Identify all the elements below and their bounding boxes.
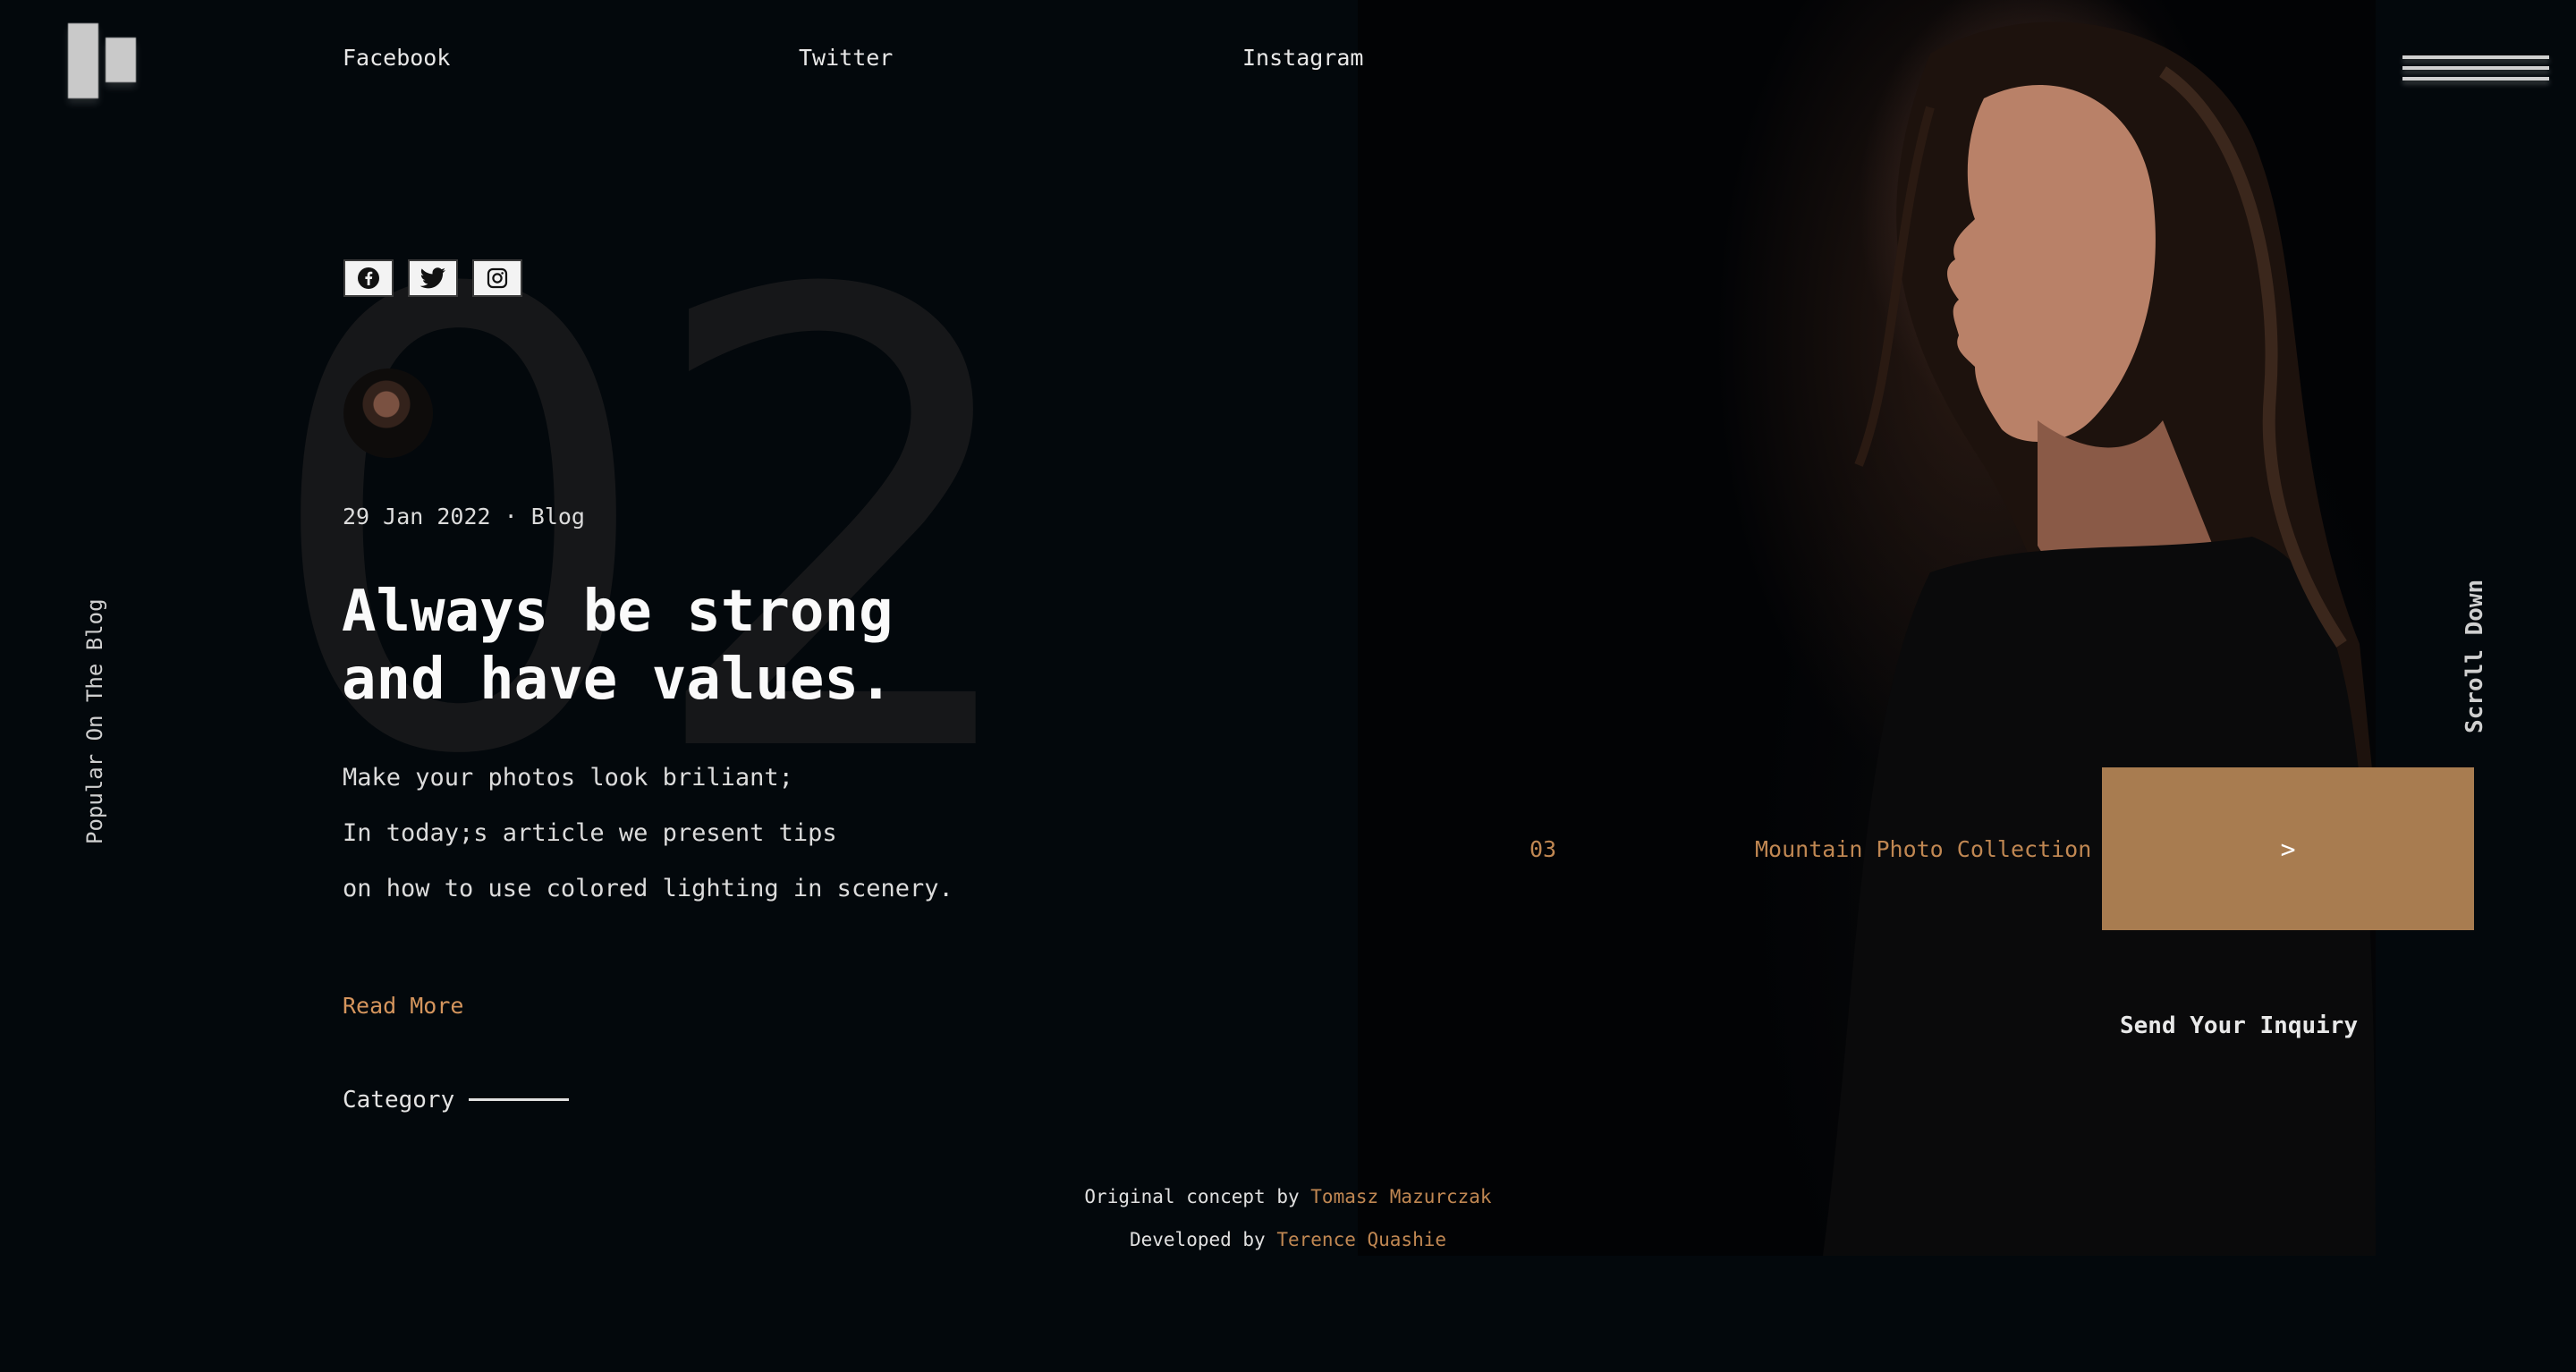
send-inquiry-button[interactable]: Send Your Inquiry: [2120, 1012, 2358, 1039]
scroll-down-label[interactable]: Scroll Down: [2462, 580, 2488, 733]
post-category-tag: Blog: [530, 504, 585, 529]
excerpt-line: on how to use colored lighting in scener…: [343, 875, 953, 902]
footer-dev-prefix: Developed by: [1129, 1229, 1266, 1250]
next-slide-button[interactable]: >: [2102, 767, 2474, 930]
excerpt-line: Make your photos look briliant;: [343, 764, 793, 792]
brand-logo[interactable]: [68, 23, 140, 100]
slide-title[interactable]: Mountain Photo Collection: [1755, 836, 2091, 862]
concept-author-link[interactable]: Tomasz Mazurczak: [1310, 1186, 1491, 1207]
developer-link[interactable]: Terence Quashie: [1276, 1229, 1446, 1250]
instagram-icon[interactable]: [472, 259, 522, 297]
post-meta: 29 Jan 2022 · Blog: [343, 504, 585, 529]
read-more-link[interactable]: Read More: [343, 993, 463, 1019]
chevron-right-icon: >: [2280, 834, 2296, 864]
nav-link-twitter[interactable]: Twitter: [799, 45, 893, 71]
twitter-icon[interactable]: [408, 259, 458, 297]
nav-link-facebook[interactable]: Facebook: [343, 45, 450, 71]
excerpt-line: In today;s article we present tips: [343, 819, 837, 847]
post-title: Always be strong and have values.: [342, 579, 894, 713]
category-label[interactable]: Category: [343, 1087, 454, 1114]
hamburger-icon[interactable]: [2402, 54, 2549, 84]
footer-concept-prefix: Original concept by: [1084, 1186, 1300, 1207]
popular-on-blog-label[interactable]: Popular On The Blog: [82, 598, 107, 844]
post-date: 29 Jan 2022: [343, 504, 491, 529]
nav-link-instagram[interactable]: Instagram: [1242, 45, 1363, 71]
slide-number: 03: [1530, 836, 1557, 862]
post-excerpt: Make your photos look briliant; In today…: [343, 764, 953, 930]
footer-developer: Developed by Terence Quashie: [0, 1229, 2576, 1250]
meta-separator: ·: [504, 504, 518, 529]
social-icons: [343, 259, 522, 297]
author-avatar: [343, 368, 433, 458]
footer-concept: Original concept by Tomasz Mazurczak: [0, 1186, 2576, 1207]
category-divider: [469, 1098, 569, 1101]
hero-image: [1358, 0, 2376, 1256]
facebook-icon[interactable]: [343, 259, 394, 297]
